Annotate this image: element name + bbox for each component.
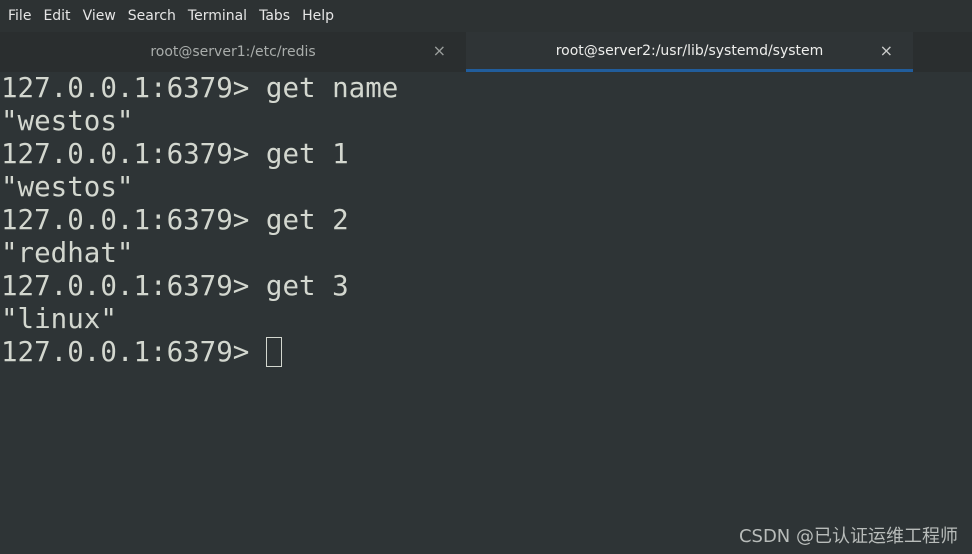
menu-file[interactable]: File [0, 0, 37, 32]
terminal-line: "linux" [1, 303, 117, 335]
menu-terminal[interactable]: Terminal [182, 0, 253, 32]
watermark: CSDN @已认证运维工程师 [738, 526, 958, 547]
terminal-line: 127.0.0.1:6379> get 1 [1, 138, 349, 170]
menu-view[interactable]: View [77, 0, 122, 32]
terminal-line: 127.0.0.1:6379> get name [1, 72, 399, 104]
terminal-line: "westos" [1, 171, 134, 203]
tab-title: root@server2:/usr/lib/systemd/system [555, 42, 824, 59]
terminal-window: File Edit View Search Terminal Tabs Help… [0, 0, 972, 554]
menu-search[interactable]: Search [122, 0, 182, 32]
tab-server1[interactable]: root@server1:/etc/redis × [0, 32, 467, 72]
menu-tabs[interactable]: Tabs [253, 0, 296, 32]
terminal-line: 127.0.0.1:6379> get 2 [1, 204, 349, 236]
menubar: File Edit View Search Terminal Tabs Help [0, 0, 972, 32]
tab-title: root@server1:/etc/redis [150, 44, 316, 60]
terminal-output[interactable]: 127.0.0.1:6379> get name "westos" 127.0.… [0, 72, 972, 554]
terminal-cursor [265, 336, 282, 367]
close-icon[interactable]: × [433, 32, 446, 72]
close-icon[interactable]: × [880, 32, 893, 72]
terminal-line: "redhat" [1, 237, 134, 269]
terminal-line: 127.0.0.1:6379> get 3 [1, 270, 349, 302]
tab-server2[interactable]: root@server2:/usr/lib/systemd/system × [466, 32, 913, 72]
menu-edit[interactable]: Edit [37, 0, 76, 32]
menu-help[interactable]: Help [296, 0, 340, 32]
terminal-prompt: 127.0.0.1:6379> [1, 336, 266, 368]
terminal-prompt-line: 127.0.0.1:6379> [0, 336, 972, 369]
terminal-line: "westos" [1, 105, 134, 137]
tab-bar: root@server1:/etc/redis × root@server2:/… [0, 32, 972, 73]
